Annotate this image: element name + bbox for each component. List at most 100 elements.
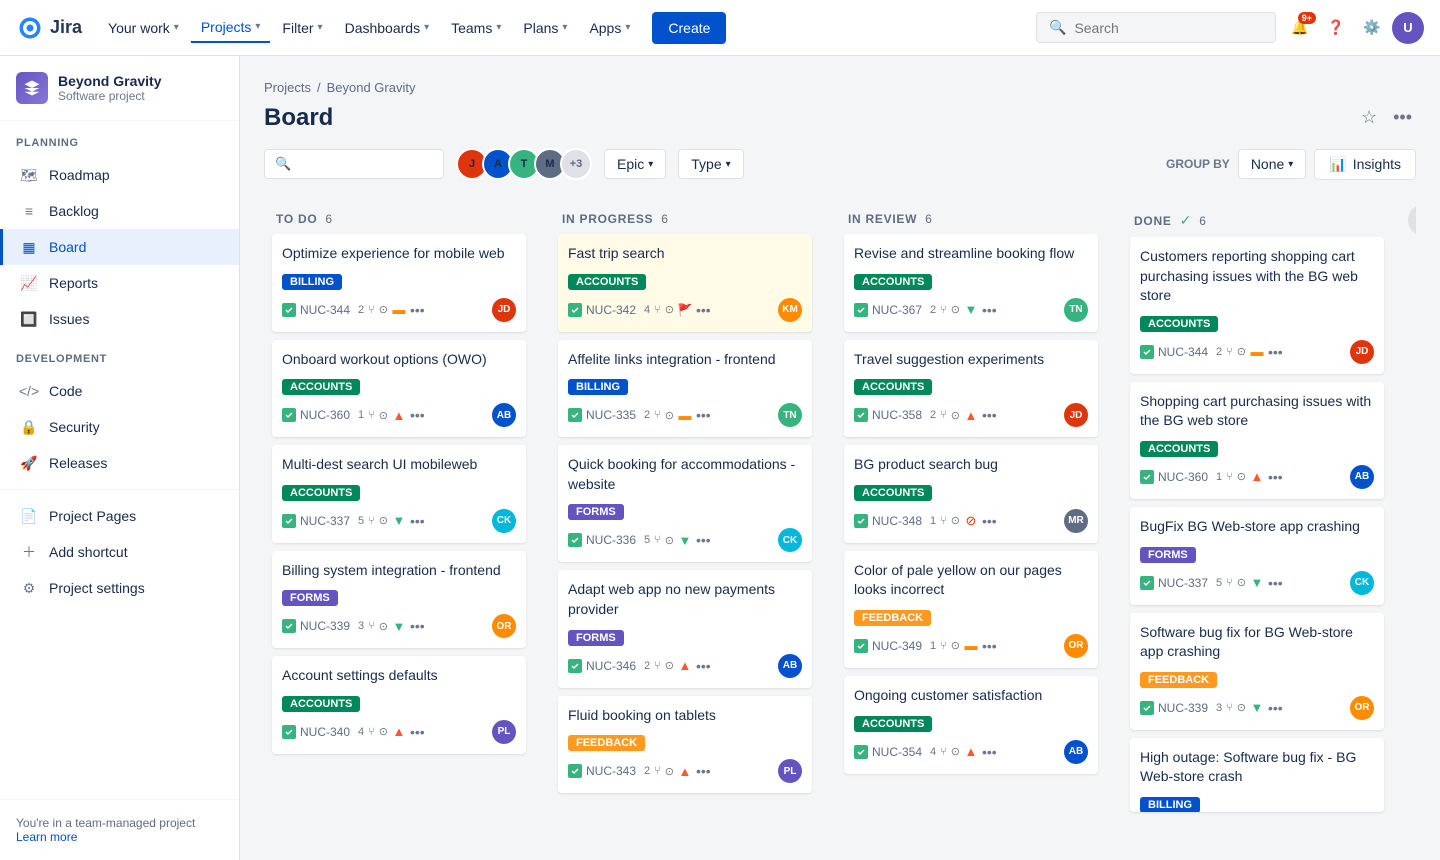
search-bar[interactable]: 🔍 (1036, 12, 1276, 43)
card-more-button[interactable]: ••• (696, 532, 711, 548)
sidebar-item-security[interactable]: 🔒 Security (0, 409, 239, 445)
card-more-button[interactable]: ••• (982, 744, 997, 760)
card-more-button[interactable]: ••• (696, 302, 711, 318)
gear-icon: ⚙️ (1363, 19, 1380, 36)
card[interactable]: Fluid booking on tablets FEEDBACK NUC-34… (558, 696, 812, 794)
card-more-button[interactable]: ••• (696, 658, 711, 674)
nav-filter[interactable]: Filter ▾ (272, 14, 332, 42)
card[interactable]: Customers reporting shopping cart purcha… (1130, 237, 1384, 374)
help-button[interactable]: ❓ (1320, 12, 1352, 44)
sidebar-item-project-pages[interactable]: 📄 Project Pages (0, 498, 239, 534)
nav-plans[interactable]: Plans ▾ (513, 14, 577, 42)
card-more-button[interactable]: ••• (410, 407, 425, 423)
sidebar-item-project-settings[interactable]: ⚙ Project settings (0, 570, 239, 606)
user-avatar[interactable]: U (1392, 12, 1424, 44)
sidebar-item-roadmap[interactable]: 🗺 Roadmap (0, 157, 239, 193)
breadcrumb-project[interactable]: Beyond Gravity (327, 80, 416, 95)
sidebar-item-backlog[interactable]: ≡ Backlog (0, 193, 239, 229)
card[interactable]: Account settings defaults ACCOUNTS NUC-3… (272, 656, 526, 754)
sidebar-item-code[interactable]: </> Code (0, 373, 239, 409)
column-header: TO DO6 (264, 200, 534, 234)
card-title: Affelite links integration - frontend (568, 350, 802, 370)
star-button[interactable]: ☆ (1357, 103, 1381, 132)
group-by-select[interactable]: None ▾ (1238, 149, 1307, 179)
card[interactable]: Travel suggestion experiments ACCOUNTS N… (844, 340, 1098, 438)
card-more-button[interactable]: ••• (982, 302, 997, 318)
card-more-button[interactable]: ••• (982, 513, 997, 529)
sidebar-item-releases[interactable]: 🚀 Releases (0, 445, 239, 481)
card-more-button[interactable]: ••• (410, 618, 425, 634)
subtask-icon: 1 (930, 640, 936, 652)
more-button[interactable]: ••• (1389, 103, 1416, 132)
subtask-icon: 5 (358, 515, 364, 527)
settings-button[interactable]: ⚙️ (1356, 12, 1388, 44)
card-tag: ACCOUNTS (854, 274, 932, 290)
card[interactable]: Billing system integration - frontend FO… (272, 551, 526, 649)
card-more-button[interactable]: ••• (410, 724, 425, 740)
card-assignee: OR (492, 614, 516, 638)
notification-button[interactable]: 🔔 9+ (1284, 12, 1316, 44)
card-more-button[interactable]: ••• (410, 302, 425, 318)
card[interactable]: Multi-dest search UI mobileweb ACCOUNTS … (272, 445, 526, 543)
card[interactable]: Adapt web app no new payments provider F… (558, 570, 812, 687)
card-more-button[interactable]: ••• (1268, 700, 1283, 716)
card[interactable]: BugFix BG Web-store app crashing FORMS N… (1130, 507, 1384, 605)
type-filter[interactable]: Type ▾ (678, 149, 743, 179)
card-more-button[interactable]: ••• (1268, 575, 1283, 591)
card-assignee: MR (1064, 509, 1088, 533)
nav-teams[interactable]: Teams ▾ (441, 14, 511, 42)
subtask-icon: 4 (930, 746, 936, 758)
board-search[interactable]: 🔍 (264, 149, 444, 179)
nav-projects[interactable]: Projects ▾ (191, 13, 271, 43)
card[interactable]: Software bug fix for BG Web-store app cr… (1130, 613, 1384, 730)
insights-button[interactable]: 📊 Insights (1314, 149, 1416, 180)
card[interactable]: Color of pale yellow on our pages looks … (844, 551, 1098, 668)
card[interactable]: Affelite links integration - frontend BI… (558, 340, 812, 438)
card[interactable]: BG product search bug ACCOUNTS NUC-348 1… (844, 445, 1098, 543)
board-search-input[interactable] (297, 156, 433, 172)
epic-filter[interactable]: Epic ▾ (604, 149, 666, 179)
sidebar-item-board[interactable]: ▦ Board (0, 229, 239, 265)
logo[interactable]: Jira (16, 14, 82, 42)
priority-medium-icon: ▬ (678, 408, 692, 422)
add-column-button[interactable]: + (1408, 204, 1416, 236)
column-body: Revise and streamline booking flow ACCOU… (836, 234, 1106, 782)
create-button[interactable]: Create (652, 12, 726, 44)
card[interactable]: Optimize experience for mobile web BILLI… (272, 234, 526, 332)
breadcrumb-projects[interactable]: Projects (264, 80, 311, 95)
sidebar-item-add-shortcut[interactable]: ＋ Add shortcut (0, 534, 239, 570)
card-more-button[interactable]: ••• (696, 407, 711, 423)
avatar-count[interactable]: +3 (560, 148, 592, 180)
card-more-button[interactable]: ••• (410, 513, 425, 529)
card-more-button[interactable]: ••• (1268, 469, 1283, 485)
card[interactable]: Revise and streamline booking flow ACCOU… (844, 234, 1098, 332)
sidebar-item-reports[interactable]: 📈 Reports (0, 265, 239, 301)
nav-dashboards[interactable]: Dashboards ▾ (335, 14, 440, 42)
card-footer: NUC-335 2 ⑂ ⊙ ▬ ••• TN (568, 403, 802, 427)
card[interactable]: High outage: Software bug fix - BG Web-s… (1130, 738, 1384, 812)
card[interactable]: Ongoing customer satisfaction ACCOUNTS N… (844, 676, 1098, 774)
priority-low-icon: ▼ (1250, 701, 1264, 715)
commit-icon: ⊙ (379, 409, 388, 422)
group-by-label: GROUP BY (1166, 157, 1230, 171)
search-input[interactable] (1074, 20, 1263, 36)
nav-apps[interactable]: Apps ▾ (579, 14, 640, 42)
nav-your-work[interactable]: Your work ▾ (98, 14, 189, 42)
card[interactable]: Fast trip search ACCOUNTS NUC-342 4 ⑂ ⊙ … (558, 234, 812, 332)
card-more-button[interactable]: ••• (696, 763, 711, 779)
chevron-icon: ▾ (496, 22, 501, 33)
card-more-button[interactable]: ••• (982, 407, 997, 423)
card-title: Fluid booking on tablets (568, 706, 802, 726)
card-more-button[interactable]: ••• (1268, 344, 1283, 360)
card[interactable]: Shopping cart purchasing issues with the… (1130, 382, 1384, 499)
card[interactable]: Quick booking for accommodations - websi… (558, 445, 812, 562)
learn-more-link[interactable]: Learn more (16, 830, 77, 844)
branch-icon: ⑂ (654, 409, 661, 421)
chevron-icon: ▾ (562, 22, 567, 33)
sidebar-item-issues[interactable]: 🔲 Issues (0, 301, 239, 337)
branch-icon: ⑂ (1226, 346, 1233, 358)
board-icon: ▦ (19, 237, 39, 257)
project-name: Beyond Gravity (58, 73, 223, 89)
card[interactable]: Onboard workout options (OWO) ACCOUNTS N… (272, 340, 526, 438)
card-more-button[interactable]: ••• (982, 638, 997, 654)
